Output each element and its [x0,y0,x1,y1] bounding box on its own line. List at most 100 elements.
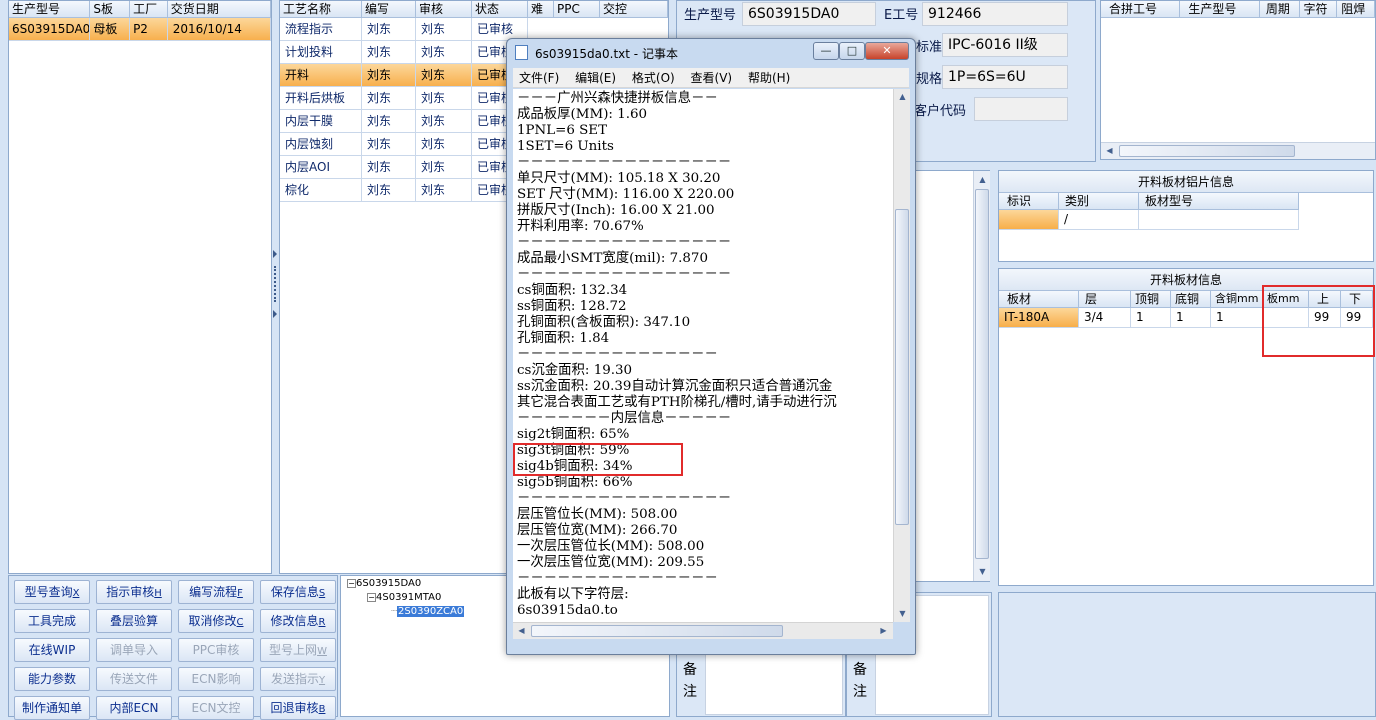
collapse-icon[interactable]: − [347,578,356,588]
process-col-difficulty[interactable]: 难 [528,1,554,18]
merge-col-mask[interactable]: 阻焊 [1337,1,1375,18]
process-col-auditor[interactable]: 审核 [416,1,472,18]
collapse-icon[interactable]: − [367,592,376,602]
action-button-14[interactable]: ECN影响 [178,667,254,691]
process-col-writer[interactable]: 编写 [362,1,416,18]
menu-edit[interactable]: 编辑(E) [569,68,622,88]
process-col-ppc[interactable]: PPC [554,1,600,18]
alu-col-type[interactable]: 类别 [1059,193,1139,210]
notepad-window[interactable]: 6s03915da0.txt - 记事本 — □ ✕ 文件(F) 编辑(E) 格… [506,38,916,655]
menu-view[interactable]: 查看(V) [685,68,739,88]
remarks-label-1a: 备 [683,662,697,678]
scroll-thumb[interactable] [895,209,909,525]
process-col-status[interactable]: 状态 [472,1,528,18]
orders-col-factory[interactable]: 工厂 [130,1,168,18]
notepad-line: SET 尺寸(MM): 116.00 X 220.00 [517,187,735,202]
orders-col-sboard[interactable]: S板 [90,1,131,18]
board-col-top-cu[interactable]: 顶铜 [1131,291,1171,308]
board-col-layer[interactable]: 层 [1079,291,1131,308]
notepad-titlebar[interactable]: 6s03915da0.txt - 记事本 — □ ✕ [507,39,915,67]
scroll-up-icon[interactable]: ▲ [894,92,911,101]
action-button-12[interactable]: 能力参数 [14,667,90,691]
process-col-name[interactable]: 工艺名称 [280,1,362,18]
action-button-17[interactable]: 内部ECN [96,696,172,720]
action-button-1[interactable]: 指示审核H [96,580,172,604]
merge-col-model[interactable]: 生产型号 [1180,1,1260,18]
action-button-10[interactable]: PPC审核 [178,638,254,662]
scroll-thumb[interactable] [975,189,989,559]
button-label: 制作通知单 [21,701,82,715]
action-button-16[interactable]: 制作通知单 [14,696,90,720]
tree-node-label: 2S0390ZCA0 [397,606,465,617]
button-label: 回退审核 [270,701,319,715]
action-button-2[interactable]: 编写流程F [178,580,254,604]
board-col-cu-mm[interactable]: 含铜mm [1211,291,1263,308]
table-row[interactable]: / [999,210,1373,230]
tree-node-child[interactable]: −4S0391MTA0 [367,592,441,603]
process-cell: 刘东 [362,110,416,133]
maximize-icon[interactable]: □ [839,42,865,60]
action-button-15[interactable]: 发送指示Y [260,667,336,691]
orders-row[interactable]: 6S03915DA0 母板 P2 2016/10/14 [9,18,271,41]
alu-header-row: 标识 类别 板材型号 [999,193,1373,210]
close-icon[interactable]: ✕ [865,42,909,60]
merge-col-job[interactable]: 合拼工号 [1101,1,1181,18]
action-button-19[interactable]: 回退审核B [260,696,336,720]
process-col-control[interactable]: 交控 [600,1,668,18]
action-button-18[interactable]: ECN文控 [178,696,254,720]
action-button-4[interactable]: 工具完成 [14,609,90,633]
notepad-text-area[interactable]: －－－广州兴森快捷拼板信息－－ 成品板厚(MM): 1.60 1PNL=6 SET 1… [513,89,893,622]
menu-file[interactable]: 文件(F) [513,68,565,88]
scroll-down-icon[interactable]: ▼ [894,609,911,618]
button-label: ECN影响 [191,672,241,686]
scroll-thumb[interactable] [1119,145,1295,157]
merge-h-scrollbar[interactable]: ◀ [1101,142,1375,159]
merge-col-cycle[interactable]: 周期 [1259,1,1300,18]
action-button-5[interactable]: 叠层验算 [96,609,172,633]
action-button-9[interactable]: 调单导入 [96,638,172,662]
splitter-handle[interactable] [272,250,278,320]
minimize-icon[interactable]: — [813,42,839,60]
tree-node-root[interactable]: −6S03915DA0 [347,578,421,589]
notepad-line: ss铜面积: 128.72 [517,299,627,314]
scroll-right-icon[interactable]: ▶ [875,626,892,635]
notepad-line: 开料利用率: 70.67% [517,219,644,234]
board-col-bottom-cu[interactable]: 底铜 [1171,291,1211,308]
model-field[interactable]: 6S03915DA0 [742,2,876,26]
notepad-v-scrollbar[interactable]: ▲ ▼ [893,89,910,622]
e-number-label: E工号 [884,8,919,23]
process-cell: 刘东 [362,64,416,87]
mid-v-scrollbar[interactable]: ▲ ▼ [973,171,990,581]
alu-col-id[interactable]: 标识 [999,193,1059,210]
action-button-3[interactable]: 保存信息S [260,580,336,604]
action-button-11[interactable]: 型号上网W [260,638,336,662]
action-button-7[interactable]: 修改信息R [260,609,336,633]
action-button-0[interactable]: 型号查询X [14,580,90,604]
scroll-left-icon[interactable]: ◀ [513,626,530,635]
menu-format[interactable]: 格式(O) [626,68,681,88]
action-button-13[interactable]: 传送文件 [96,667,172,691]
spec-field[interactable]: 1P=6S=6U [942,65,1068,89]
board-col-material[interactable]: 板材 [999,291,1079,308]
action-button-8[interactable]: 在线WIP [14,638,90,662]
standard-field[interactable]: IPC-6016 II级 [942,33,1068,57]
menu-help[interactable]: 帮助(H) [742,68,796,88]
alu-col-model[interactable]: 板材型号 [1139,193,1299,210]
scroll-down-icon[interactable]: ▼ [974,567,991,576]
tree-node-leaf[interactable]: ┈2S0390ZCA0 [391,606,465,617]
action-button-6[interactable]: 取消修改C [178,609,254,633]
remarks-label-2a: 备 [853,662,867,678]
button-shortcut: X [72,588,80,599]
orders-col-model[interactable]: 生产型号 [9,1,91,18]
customer-code-field[interactable] [974,97,1068,121]
notepad-line: 1SET=6 Units [517,139,614,154]
scroll-up-icon[interactable]: ▲ [974,175,991,184]
scroll-thumb[interactable] [531,625,783,637]
button-shortcut: S [318,588,326,599]
orders-col-date[interactable]: 交货日期 [167,1,271,18]
scroll-left-icon[interactable]: ◀ [1101,146,1118,155]
merge-col-char[interactable]: 字符 [1299,1,1338,18]
notepad-h-scrollbar[interactable]: ◀ ▶ [513,622,893,639]
alu-cell [1139,210,1299,230]
e-number-field[interactable]: 912466 [922,2,1068,26]
